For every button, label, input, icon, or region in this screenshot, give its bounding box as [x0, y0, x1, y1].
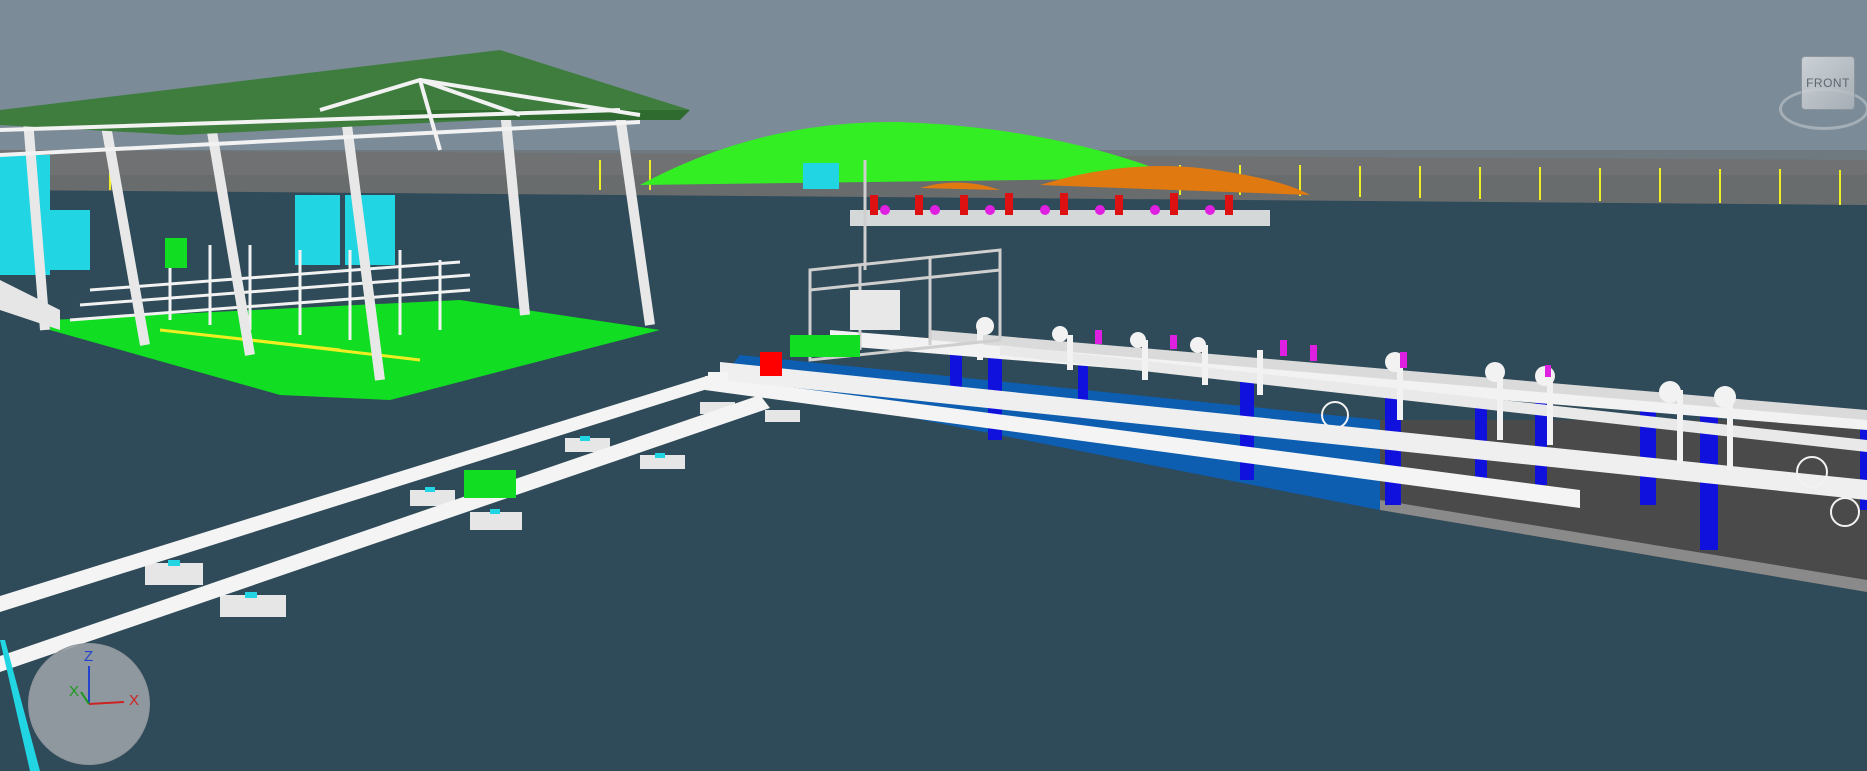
plant-scene[interactable] — [0, 0, 1867, 771]
axis-triad: Z X X — [28, 643, 150, 765]
viewcube[interactable]: FRONT — [1779, 48, 1867, 132]
red-instrument — [760, 352, 782, 376]
axis-z-label: Z — [84, 648, 94, 665]
3d-viewport[interactable]: FRONT Z X X — [0, 0, 1867, 771]
viewcube-face-front[interactable]: FRONT — [1801, 56, 1855, 110]
axis-x-label: X — [129, 692, 140, 709]
green-skid-base — [790, 335, 860, 357]
green-junction-box — [464, 470, 516, 498]
cyan-box-distant — [803, 163, 839, 189]
cyan-tank-1 — [295, 195, 340, 265]
skid-panel — [850, 290, 900, 330]
axis-y-label: X — [69, 683, 80, 700]
green-pump-1 — [165, 238, 187, 268]
cyan-panel-1 — [50, 210, 90, 270]
pipe-stub — [708, 372, 728, 382]
